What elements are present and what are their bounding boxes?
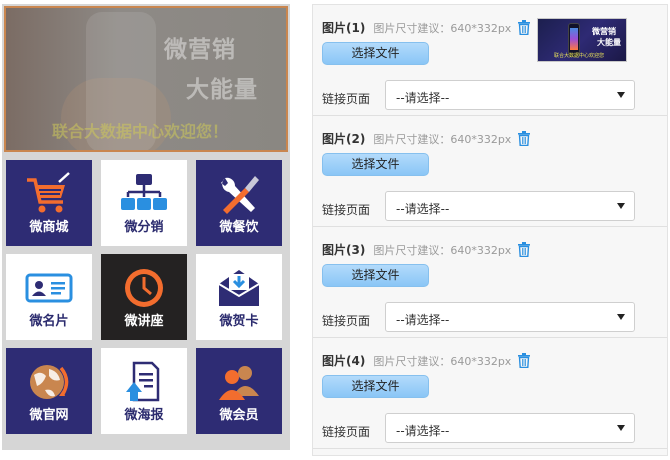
- link-page-select[interactable]: --请选择--: [385, 80, 635, 110]
- select-value: --请选择--: [396, 313, 450, 327]
- size-hint: 图片尺寸建议：640*332px: [373, 354, 512, 368]
- chevron-down-icon: [617, 425, 625, 431]
- poster-upload-icon: [120, 360, 168, 404]
- thumb-text-line2: 大能量: [597, 38, 621, 47]
- choose-file-button[interactable]: 选择文件: [322, 153, 429, 176]
- tile-wei-heka[interactable]: 微贺卡: [196, 254, 282, 340]
- feature-grid: 微商城 微分销 微餐饮 微名片 微讲座 微贺卡 微官网 微海报 微会员: [6, 160, 290, 434]
- thumb-text-line1: 微营销: [592, 27, 616, 36]
- tile-wei-huiyuan[interactable]: 微会员: [196, 348, 282, 434]
- slide-item-name: 图片(4): [322, 354, 366, 368]
- tile-label: 微讲座: [124, 314, 164, 329]
- link-page-select[interactable]: --请选择--: [385, 302, 635, 332]
- trash-icon[interactable]: [517, 131, 531, 147]
- size-hint: 图片尺寸建议：640*332px: [373, 132, 512, 146]
- tile-label: 微官网: [29, 408, 69, 423]
- select-value: --请选择--: [396, 424, 450, 438]
- thumb-screen-graphic: [570, 28, 578, 50]
- link-page-label: 链接页面: [322, 203, 371, 217]
- slide-item-1: 图片(1) 图片尺寸建议：640*332px 微营销 大能量 联合大数据中心欢迎…: [313, 5, 667, 116]
- banner-text-line1: 微营销: [164, 37, 236, 63]
- chevron-down-icon: [617, 92, 625, 98]
- select-value: --请选择--: [396, 202, 450, 216]
- slide-preview: 微营销 大能量 联合大数据中心欢迎您！ 微商城 微分销 微餐饮 微名片 微讲座 …: [2, 4, 290, 450]
- banner-text-line3: 联合大数据中心欢迎您！: [52, 122, 229, 141]
- envelope-icon: [215, 266, 263, 310]
- clock-icon: [120, 266, 168, 310]
- link-page-select[interactable]: --请选择--: [385, 413, 635, 443]
- tile-wei-canyin[interactable]: 微餐饮: [196, 160, 282, 246]
- trash-icon[interactable]: [517, 20, 531, 36]
- tile-label: 微商城: [29, 220, 69, 235]
- slide-thumbnail: 微营销 大能量 联合大数据中心欢迎您: [537, 18, 627, 62]
- slide-item-name: 图片(3): [322, 243, 366, 257]
- select-value: --请选择--: [396, 91, 450, 105]
- tile-label: 微分销: [124, 220, 164, 235]
- thumb-text-line3: 联合大数据中心欢迎您: [554, 53, 605, 59]
- tile-label: 微名片: [29, 314, 69, 329]
- size-hint: 图片尺寸建议：640*332px: [373, 21, 512, 35]
- slide-item-4: 图片(4) 图片尺寸建议：640*332px 选择文件 链接页面 --请选择--: [313, 338, 667, 449]
- slide-item-header: 图片(2) 图片尺寸建议：640*332px: [322, 130, 531, 147]
- size-hint: 图片尺寸建议：640*332px: [373, 243, 512, 257]
- slide-item-2: 图片(2) 图片尺寸建议：640*332px 选择文件 链接页面 --请选择--: [313, 116, 667, 227]
- slide-item-header: 图片(3) 图片尺寸建议：640*332px: [322, 241, 531, 258]
- choose-file-button[interactable]: 选择文件: [322, 264, 429, 287]
- link-page-label: 链接页面: [322, 314, 371, 328]
- tile-label: 微会员: [219, 408, 259, 423]
- tile-label: 微海报: [124, 408, 164, 423]
- tile-wei-fenxiao[interactable]: 微分销: [101, 160, 187, 246]
- members-icon: [215, 360, 263, 404]
- slide-item-name: 图片(1): [322, 21, 366, 35]
- slide-item-header: 图片(1) 图片尺寸建议：640*332px: [322, 19, 531, 36]
- tile-label: 微餐饮: [219, 220, 259, 235]
- tile-wei-haibao[interactable]: 微海报: [101, 348, 187, 434]
- trash-icon[interactable]: [517, 242, 531, 258]
- globe-icon: [25, 360, 73, 404]
- shopping-cart-icon: [25, 172, 73, 216]
- tools-icon: [215, 172, 263, 216]
- business-card-icon: [25, 266, 73, 310]
- tile-wei-mingpian[interactable]: 微名片: [6, 254, 92, 340]
- slide-config-panel: 图片(1) 图片尺寸建议：640*332px 微营销 大能量 联合大数据中心欢迎…: [312, 4, 668, 456]
- banner-image: 微营销 大能量 联合大数据中心欢迎您！: [4, 6, 288, 152]
- slide-item-header: 图片(4) 图片尺寸建议：640*332px: [322, 352, 531, 369]
- link-page-label: 链接页面: [322, 92, 371, 106]
- choose-file-button[interactable]: 选择文件: [322, 375, 429, 398]
- trash-icon[interactable]: [517, 353, 531, 369]
- tile-wei-jiangzuo[interactable]: 微讲座: [101, 254, 187, 340]
- tile-wei-shangcheng[interactable]: 微商城: [6, 160, 92, 246]
- link-page-select[interactable]: --请选择--: [385, 191, 635, 221]
- slide-item-3: 图片(3) 图片尺寸建议：640*332px 选择文件 链接页面 --请选择--: [313, 227, 667, 338]
- link-page-label: 链接页面: [322, 425, 371, 439]
- chevron-down-icon: [617, 314, 625, 320]
- tile-label: 微贺卡: [219, 314, 259, 329]
- org-chart-icon: [120, 172, 168, 216]
- chevron-down-icon: [617, 203, 625, 209]
- choose-file-button[interactable]: 选择文件: [322, 42, 429, 65]
- banner-text-line2: 大能量: [186, 77, 258, 103]
- tile-wei-guanwang[interactable]: 微官网: [6, 348, 92, 434]
- slide-item-name: 图片(2): [322, 132, 366, 146]
